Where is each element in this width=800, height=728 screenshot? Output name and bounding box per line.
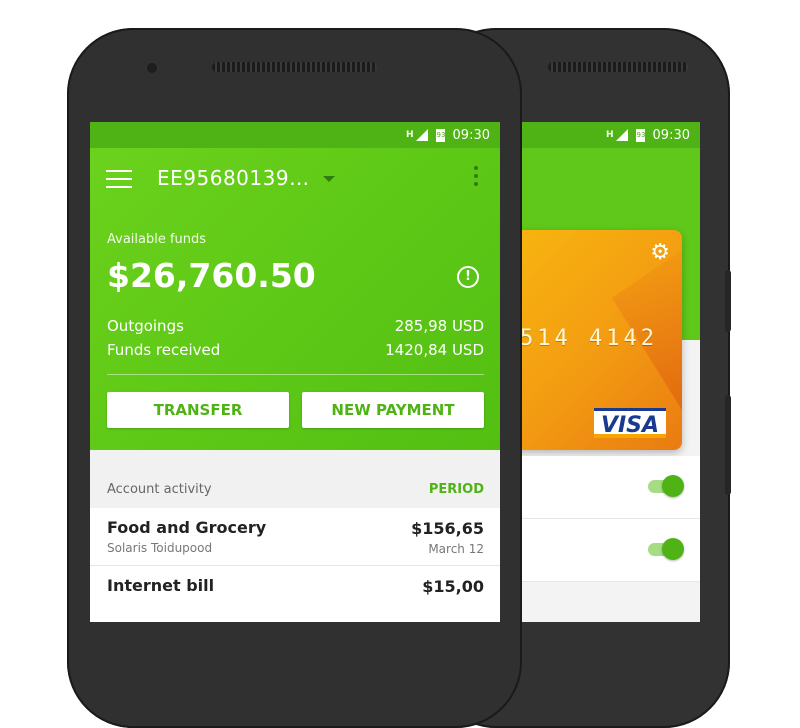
transaction-row[interactable]: Food and Grocery Solaris Toidupood $156,… bbox=[90, 508, 500, 566]
battery-icon: 93 bbox=[635, 128, 645, 142]
card-setting-toggle[interactable] bbox=[648, 475, 684, 497]
account-activity-header: Account activity PERIOD bbox=[90, 450, 500, 508]
transaction-date: March 12 bbox=[428, 542, 484, 556]
back-phone-screen: H 93 09:30 ⚙ 514 4142 VISA bbox=[520, 122, 700, 622]
network-indicator: H bbox=[605, 130, 614, 140]
transaction-amount: $15,00 bbox=[422, 577, 484, 596]
account-summary: EE95680139… Available funds $26,760.50 !… bbox=[90, 148, 500, 450]
payment-card[interactable]: ⚙ 514 4142 VISA bbox=[520, 230, 682, 450]
funds-received-label: Funds received bbox=[107, 341, 221, 359]
outgoings-label: Outgoings bbox=[107, 317, 184, 335]
toggle-knob bbox=[662, 538, 684, 560]
signal-icon bbox=[415, 129, 428, 141]
back-status-bar: H 93 09:30 bbox=[520, 122, 700, 148]
signal-icon bbox=[615, 129, 628, 141]
visa-logo: VISA bbox=[594, 408, 666, 438]
card-setting-row bbox=[520, 519, 700, 582]
front-phone-speaker bbox=[212, 62, 377, 72]
status-time: 09:30 bbox=[452, 127, 490, 143]
front-phone-screen: H 93 09:30 EE95680139… Available funds $… bbox=[90, 122, 500, 622]
available-funds-label: Available funds bbox=[107, 232, 207, 247]
network-indicator: H bbox=[405, 130, 414, 140]
transfer-button[interactable]: TRANSFER bbox=[107, 392, 289, 428]
card-setting-row bbox=[520, 456, 700, 519]
menu-icon[interactable] bbox=[106, 170, 132, 194]
account-activity-label: Account activity bbox=[107, 482, 212, 497]
transaction-title: Internet bill bbox=[107, 576, 215, 595]
transaction-list: Food and Grocery Solaris Toidupood $156,… bbox=[90, 508, 500, 622]
battery-icon: 93 bbox=[435, 128, 445, 142]
chevron-down-icon[interactable] bbox=[323, 176, 335, 182]
transaction-row[interactable]: Internet bill $15,00 bbox=[90, 566, 500, 622]
card-number: 514 4142 bbox=[520, 326, 658, 351]
card-setting-toggle[interactable] bbox=[648, 538, 684, 560]
back-phone-volume-button bbox=[725, 395, 731, 495]
funds-received-value: 1420,84 USD bbox=[385, 341, 484, 359]
divider bbox=[107, 374, 484, 375]
funds-received-row: Funds received 1420,84 USD bbox=[107, 341, 484, 359]
period-button[interactable]: PERIOD bbox=[429, 482, 484, 497]
back-phone-speaker bbox=[548, 62, 688, 72]
toggle-knob bbox=[662, 475, 684, 497]
front-camera bbox=[147, 63, 157, 73]
more-options-icon[interactable] bbox=[474, 166, 478, 190]
transaction-amount: $156,65 bbox=[411, 519, 484, 538]
transaction-merchant: Solaris Toidupood bbox=[107, 541, 213, 555]
gear-icon[interactable]: ⚙ bbox=[650, 240, 670, 265]
back-phone-side-button bbox=[725, 270, 731, 332]
outgoings-value: 285,98 USD bbox=[394, 317, 484, 335]
status-time: 09:30 bbox=[652, 127, 690, 143]
card-settings-list bbox=[520, 456, 700, 582]
outgoings-row: Outgoings 285,98 USD bbox=[107, 317, 484, 335]
transaction-title: Food and Grocery bbox=[107, 518, 267, 537]
info-icon[interactable]: ! bbox=[457, 266, 479, 288]
new-payment-button[interactable]: NEW PAYMENT bbox=[302, 392, 484, 428]
status-bar: H 93 09:30 bbox=[90, 122, 500, 148]
account-number[interactable]: EE95680139… bbox=[157, 166, 310, 190]
available-funds-amount: $26,760.50 bbox=[107, 256, 316, 295]
